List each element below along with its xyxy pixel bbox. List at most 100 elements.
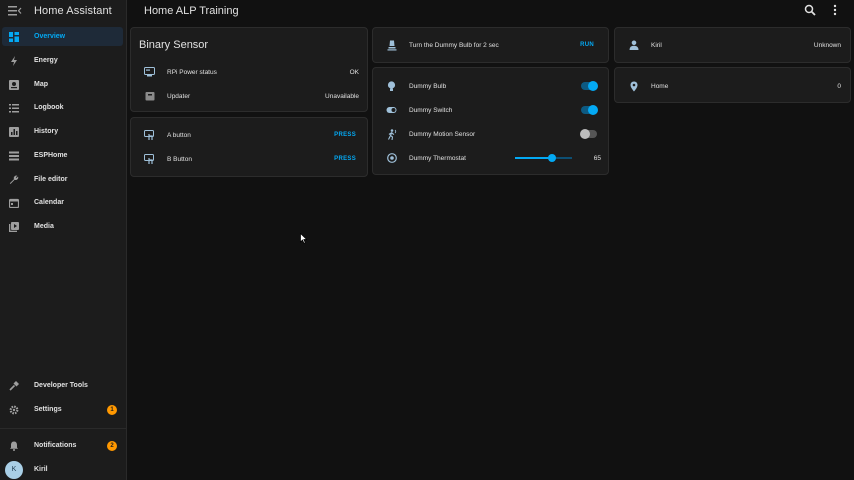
thermostat-slider[interactable] xyxy=(515,154,572,162)
sidebar-item-calendar[interactable]: Calendar xyxy=(2,193,123,212)
entity-row-updater[interactable]: Updater Unavailable xyxy=(131,86,367,106)
sidebar-item-developer-tools[interactable]: Developer Tools xyxy=(2,376,123,395)
sidebar-item-label: Logbook xyxy=(34,104,64,111)
sidebar-item-settings[interactable]: Settings 1 xyxy=(2,400,123,419)
sidebar-item-overview[interactable]: Overview xyxy=(2,27,123,46)
sidebar-item-label: Energy xyxy=(34,57,58,64)
entity-row-b-button: B Button PRESS xyxy=(131,149,367,169)
entity-state: 0 xyxy=(837,82,841,90)
sidebar-item-notifications[interactable]: Notifications 2 xyxy=(2,436,123,455)
entity-state: OK xyxy=(349,68,359,76)
zone-card: Home 0 xyxy=(614,67,851,103)
power-status-icon xyxy=(144,67,155,78)
gesture-tap-icon xyxy=(144,153,155,165)
sidebar-item-esphome[interactable]: ESPHome xyxy=(2,146,123,165)
list-icon xyxy=(8,102,19,113)
sidebar-item-logbook[interactable]: Logbook xyxy=(2,98,123,117)
buttons-card: A button PRESS B Button PRESS xyxy=(130,117,368,177)
toggle-knob xyxy=(580,129,590,139)
sidebar-item-label: Developer Tools xyxy=(34,382,88,389)
entity-label: Home xyxy=(651,82,669,90)
press-button[interactable]: PRESS xyxy=(334,132,356,138)
sidebar-item-user[interactable]: K Kiril xyxy=(2,460,123,479)
dummy-entities-card: Dummy Bulb Dummy Switch Dummy Motion Sen… xyxy=(372,67,609,175)
sidebar-item-map[interactable]: Map xyxy=(2,75,123,94)
calendar-icon xyxy=(8,197,19,208)
script-card: Turn the Dummy Bulb for 2 sec RUN xyxy=(372,27,609,63)
entity-label: B Button xyxy=(167,155,192,163)
gear-icon xyxy=(8,404,19,415)
media-icon xyxy=(8,221,19,232)
entity-row-rpi-power[interactable]: RPi Power status OK xyxy=(131,62,367,82)
chart-icon xyxy=(8,126,19,137)
hammer-icon xyxy=(8,380,19,391)
slider-fill xyxy=(515,157,553,159)
entity-state: Unavailable xyxy=(325,92,359,100)
toggle-knob xyxy=(588,105,598,115)
person-card: Kiril Unknown xyxy=(614,27,851,63)
script-icon xyxy=(386,40,397,51)
entity-label: Kiril xyxy=(651,41,662,49)
person-icon xyxy=(628,40,639,51)
entity-row-dummy-switch: Dummy Switch xyxy=(373,100,608,120)
entity-label: Dummy Motion Sensor xyxy=(409,130,476,138)
binary-sensor-card: Binary Sensor RPi Power status OK Update… xyxy=(130,27,368,112)
dummy-switch-toggle[interactable] xyxy=(581,105,598,115)
sidebar-item-label: History xyxy=(34,128,59,135)
entity-row-script: Turn the Dummy Bulb for 2 sec RUN xyxy=(373,35,608,55)
sidebar-item-file-editor[interactable]: File editor xyxy=(2,170,123,189)
entity-state: Unknown xyxy=(813,41,841,49)
more-vertical-icon[interactable] xyxy=(829,4,841,16)
sidebar-header: Home Assistant xyxy=(0,0,126,21)
entity-label: Dummy Switch xyxy=(409,106,453,114)
entity-label: A button xyxy=(167,131,191,139)
menu-icon[interactable] xyxy=(8,5,22,16)
bell-icon xyxy=(8,440,19,451)
esphome-icon xyxy=(8,150,19,161)
entity-label: Turn the Dummy Bulb for 2 sec xyxy=(409,41,499,49)
page-title: Home ALP Training xyxy=(144,4,239,17)
top-bar: Home ALP Training xyxy=(128,0,854,21)
sidebar-item-label: File editor xyxy=(34,176,68,183)
sidebar-item-label: Map xyxy=(34,81,48,88)
sidebar-title: Home Assistant xyxy=(34,4,112,17)
slider-thumb[interactable] xyxy=(548,154,557,162)
sidebar: Home Assistant Overview Energy Map Logbo… xyxy=(0,0,127,480)
entity-label: Dummy Thermostat xyxy=(409,154,466,162)
gesture-tap-icon xyxy=(144,129,155,141)
entity-row-dummy-thermostat: Dummy Thermostat 65 xyxy=(373,148,608,168)
notifications-badge: 2 xyxy=(107,440,117,451)
sidebar-item-label: Media xyxy=(34,223,54,230)
lightbulb-icon xyxy=(386,80,397,92)
run-button[interactable]: RUN xyxy=(580,42,594,48)
entity-label: Dummy Bulb xyxy=(409,82,447,90)
search-icon[interactable] xyxy=(804,4,816,16)
entity-row-a-button: A button PRESS xyxy=(131,125,367,145)
entity-label: RPi Power status xyxy=(167,68,217,76)
dummy-motion-sensor-toggle[interactable] xyxy=(580,129,597,139)
entity-label: Updater xyxy=(167,92,191,100)
dashboard-icon xyxy=(8,31,19,42)
entity-row-person-kiril[interactable]: Kiril Unknown xyxy=(615,35,850,55)
sidebar-item-label: ESPHome xyxy=(34,152,68,159)
thermostat-value: 65 xyxy=(593,154,601,162)
dummy-bulb-toggle[interactable] xyxy=(581,81,598,91)
mouse-cursor-icon xyxy=(300,233,308,244)
avatar: K xyxy=(5,460,23,479)
wrench-icon xyxy=(8,174,19,185)
entity-row-zone-home[interactable]: Home 0 xyxy=(615,76,850,96)
sidebar-item-label: Settings xyxy=(34,406,62,413)
entity-row-dummy-motion-sensor: Dummy Motion Sensor xyxy=(373,124,608,144)
sidebar-item-energy[interactable]: Energy xyxy=(2,51,123,70)
switch-icon xyxy=(386,105,397,116)
card-title: Binary Sensor xyxy=(139,39,209,51)
package-icon xyxy=(144,91,155,102)
sidebar-item-history[interactable]: History xyxy=(2,122,123,141)
map-icon xyxy=(8,79,19,90)
settings-badge: 1 xyxy=(107,404,117,415)
sidebar-item-media[interactable]: Media xyxy=(2,217,123,236)
press-button[interactable]: PRESS xyxy=(334,156,356,162)
map-marker-icon xyxy=(628,81,639,92)
sidebar-item-label: Calendar xyxy=(34,199,64,206)
sidebar-divider xyxy=(0,428,127,429)
